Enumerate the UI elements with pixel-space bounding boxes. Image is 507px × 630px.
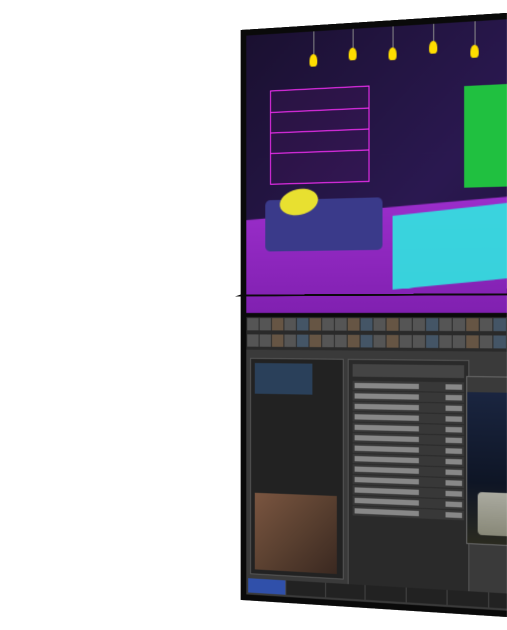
material-preview-thumbnail[interactable] [254, 493, 336, 574]
toolbar-button[interactable] [360, 335, 372, 348]
toolbar-button[interactable] [425, 335, 437, 348]
toolbar-button[interactable] [399, 335, 411, 348]
toolbar-button[interactable] [347, 335, 359, 348]
timeline-segment[interactable] [248, 578, 286, 595]
toolbar-button[interactable] [247, 334, 258, 346]
secondary-toolbar [246, 333, 507, 353]
toolbar-button[interactable] [284, 335, 296, 347]
toolbar-button[interactable] [386, 335, 398, 348]
main-toolbar [246, 317, 507, 335]
toolbar-button[interactable] [296, 318, 308, 330]
toolbar-button[interactable] [373, 318, 385, 331]
toolbar-button[interactable] [284, 318, 296, 330]
vray-frame-buffer[interactable] [466, 376, 507, 554]
toolbar-button[interactable] [360, 318, 372, 331]
toolbar-button[interactable] [479, 335, 492, 348]
settings-row[interactable] [352, 381, 464, 392]
toolbar-button[interactable] [259, 318, 270, 330]
toolbar-button[interactable] [347, 318, 359, 331]
toolbar-button[interactable] [309, 335, 321, 347]
toolbar-button[interactable] [334, 335, 346, 348]
toolbar-button[interactable] [373, 335, 385, 348]
material-slot[interactable] [254, 363, 312, 395]
material-editor-panel[interactable] [250, 358, 344, 580]
pendant-bulbs [246, 9, 507, 35]
toolbar-button[interactable] [466, 318, 479, 331]
toolbar-button[interactable] [425, 318, 437, 331]
toolbar-button[interactable] [452, 335, 464, 348]
toolbar-button[interactable] [412, 318, 424, 331]
timeline-segment[interactable] [489, 592, 507, 610]
toolbar-button[interactable] [399, 318, 411, 331]
render-setup-dialog[interactable] [347, 359, 469, 596]
toolbar-button[interactable] [259, 334, 270, 346]
green-wall-panel [464, 84, 507, 188]
3d-scene [246, 9, 507, 313]
toolbar-button[interactable] [334, 318, 346, 331]
toolbar-button[interactable] [309, 318, 321, 330]
toolbar-button[interactable] [439, 335, 451, 348]
toolbar-button[interactable] [296, 335, 308, 347]
timeline-segment[interactable] [406, 588, 447, 605]
timeline-segment[interactable] [325, 583, 365, 600]
toolbar-button[interactable] [493, 318, 506, 331]
rendered-image [467, 392, 507, 552]
rendered-sofa [477, 492, 507, 541]
toolbar-button[interactable] [386, 318, 398, 331]
timeline-segment[interactable] [286, 580, 325, 597]
toolbar-button[interactable] [452, 318, 464, 331]
timeline-segment[interactable] [447, 590, 489, 608]
shelving-unit [270, 86, 369, 185]
toolbar-button[interactable] [412, 335, 424, 348]
3dsmax-interface [246, 317, 507, 621]
toolbar-button[interactable] [466, 335, 479, 348]
toolbar-button[interactable] [247, 318, 258, 330]
toolbar-button[interactable] [322, 335, 334, 348]
timeline-segment[interactable] [365, 585, 406, 602]
toolbar-button[interactable] [322, 318, 334, 330]
toolbar-button[interactable] [439, 318, 451, 331]
box-front-face [240, 2, 507, 628]
toolbar-button[interactable] [493, 335, 506, 348]
dialog-title [352, 364, 464, 378]
wireframe-viewport [246, 9, 507, 313]
toolbar-button[interactable] [479, 318, 492, 331]
product-box-mockup: udemy [0, 0, 507, 630]
